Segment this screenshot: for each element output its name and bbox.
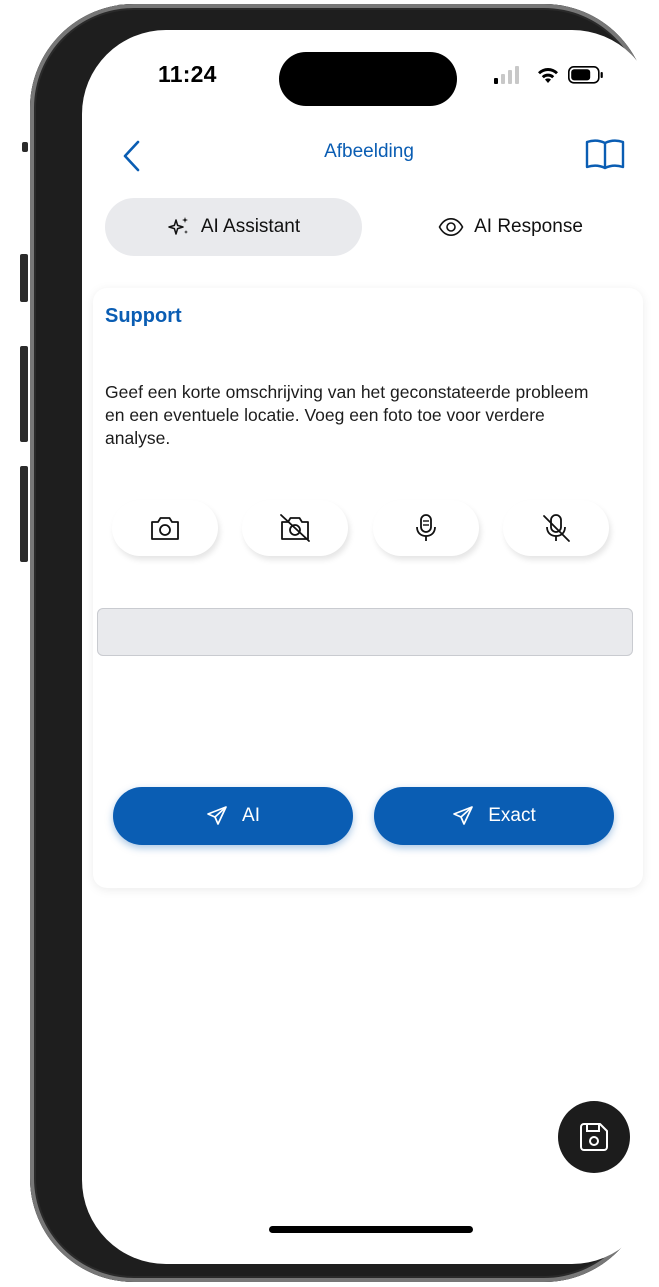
volume-up-button <box>20 346 28 442</box>
camera-button[interactable] <box>112 500 218 556</box>
silent-switch <box>22 142 28 152</box>
send-ai-button[interactable]: AI <box>113 787 353 845</box>
eye-icon <box>438 217 464 237</box>
dynamic-island <box>279 52 457 106</box>
volume-down-button <box>20 466 28 562</box>
send-icon <box>207 806 227 825</box>
camera-icon <box>151 517 179 540</box>
send-icon <box>453 806 474 825</box>
card-title: Support <box>105 305 182 327</box>
manual-button[interactable] <box>584 138 626 172</box>
microphone-off-icon <box>543 514 570 542</box>
tab-ai-response[interactable]: AI Response <box>382 198 639 256</box>
card-description: Geef een korte omschrijving van het geco… <box>105 382 589 448</box>
camera-off-icon <box>280 514 310 542</box>
microphone-off-button[interactable] <box>503 500 609 556</box>
tab-ai-response-label: AI Response <box>474 216 583 237</box>
phone-screen: 11:24 Afbeelding AI Assistant AI Respons… <box>82 30 656 1264</box>
signal-icon <box>494 66 519 84</box>
sparkles-icon <box>168 217 188 235</box>
status-icons <box>494 66 603 84</box>
status-time: 11:24 <box>158 61 217 87</box>
battery-icon <box>568 66 603 84</box>
tab-ai-assistant[interactable]: AI Assistant <box>105 198 362 256</box>
page-title: Afbeelding <box>324 141 414 162</box>
tab-ai-assistant-label: AI Assistant <box>200 216 301 237</box>
phone-frame: 11:24 Afbeelding AI Assistant AI Respons… <box>30 4 656 1282</box>
support-card: Support Geef een korte omschrijving van … <box>93 288 643 888</box>
camera-off-button[interactable] <box>242 500 348 556</box>
save-button[interactable] <box>558 1101 630 1173</box>
microphone-icon <box>416 514 436 541</box>
description-input[interactable] <box>97 608 633 656</box>
save-icon <box>580 1123 608 1151</box>
action-button <box>20 254 28 302</box>
microphone-button[interactable] <box>373 500 479 556</box>
home-indicator <box>269 1226 473 1233</box>
send-ai-label: AI <box>242 805 260 826</box>
send-exact-label: Exact <box>488 805 536 826</box>
send-exact-button[interactable]: Exact <box>374 787 614 845</box>
wifi-icon <box>538 67 558 83</box>
book-icon <box>585 139 625 170</box>
